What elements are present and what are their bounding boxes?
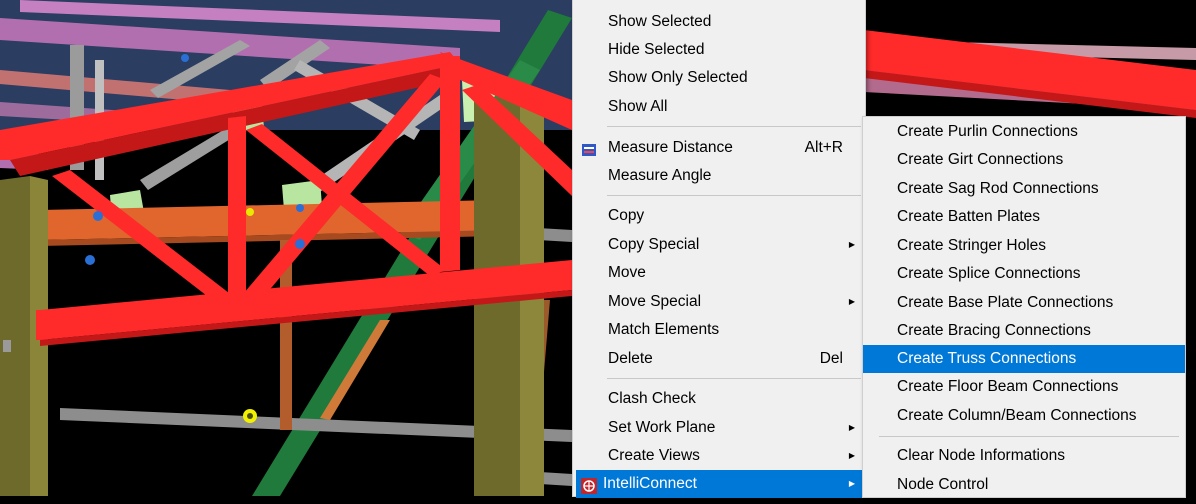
menu-item-label: Hide Selected <box>608 41 705 58</box>
menu-item-copy[interactable]: Copy <box>573 202 865 230</box>
menu-item-label: Create Base Plate Connections <box>897 294 1114 311</box>
submenu-item-create-stringer-holes[interactable]: Create Stringer Holes <box>863 232 1185 260</box>
menu-item-label: Match Elements <box>608 321 720 338</box>
submenu-arrow-icon: ▶ <box>848 451 855 460</box>
menu-item-label: Show All <box>608 98 668 115</box>
menu-item-label: Create Splice Connections <box>897 265 1081 282</box>
menu-item-label: Node Control <box>897 476 989 493</box>
menu-item-label: Create Floor Beam Connections <box>897 378 1119 395</box>
menu-item-copy-special[interactable]: Copy Special ▶ <box>573 231 865 259</box>
menu-item-label: IntelliConnect <box>603 475 697 492</box>
menu-item-shortcut: Alt+R <box>804 139 843 156</box>
submenu-item-create-girt-connections[interactable]: Create Girt Connections <box>863 146 1185 174</box>
menu-item-label: Clear Node Informations <box>897 447 1065 464</box>
menu-item-label: Delete <box>608 350 653 367</box>
menu-item-label: Create Stringer Holes <box>897 237 1047 254</box>
menu-item-label: Copy Special <box>608 236 700 253</box>
menu-item-label: Create Purlin Connections <box>897 123 1078 140</box>
menu-item-hide-selected[interactable]: Hide Selected <box>573 36 865 64</box>
menu-item-label: Copy <box>608 207 645 224</box>
menu-item-measure-angle[interactable]: Measure Angle <box>573 162 865 190</box>
context-menu: Show Selected Hide Selected Show Only Se… <box>572 0 866 498</box>
submenu-item-clear-node-informations[interactable]: Clear Node Informations <box>863 442 1185 470</box>
submenu-item-create-purlin-connections[interactable]: Create Purlin Connections <box>863 118 1185 146</box>
submenu-item-create-column-beam-connections[interactable]: Create Column/Beam Connections <box>863 402 1185 430</box>
menu-item-label: Create Truss Connections <box>897 350 1077 367</box>
menu-item-set-work-plane[interactable]: Set Work Plane ▶ <box>573 414 865 442</box>
menu-item-label: Create Sag Rod Connections <box>897 180 1099 197</box>
menu-item-show-selected[interactable]: Show Selected <box>573 8 865 36</box>
menu-item-label: Create Bracing Connections <box>897 322 1091 339</box>
menu-item-show-all[interactable]: Show All <box>573 93 865 121</box>
menu-item-match-elements[interactable]: Match Elements <box>573 316 865 344</box>
submenu-item-create-splice-connections[interactable]: Create Splice Connections <box>863 260 1185 288</box>
submenu-item-create-base-plate-connections[interactable]: Create Base Plate Connections <box>863 289 1185 317</box>
menu-item-label: Move Special <box>608 293 702 310</box>
intelliconnect-submenu: Create Purlin Connections Create Girt Co… <box>862 116 1186 498</box>
menu-item-label: Show Only Selected <box>608 69 748 86</box>
menu-item-move-special[interactable]: Move Special ▶ <box>573 288 865 316</box>
submenu-arrow-icon: ▶ <box>848 423 855 432</box>
menu-item-label: Create Girt Connections <box>897 151 1064 168</box>
menu-item-label: Measure Distance <box>608 139 733 156</box>
submenu-item-node-control[interactable]: Node Control <box>863 471 1185 499</box>
menu-item-create-views[interactable]: Create Views ▶ <box>573 442 865 470</box>
intelliconnect-icon <box>581 476 597 494</box>
menu-separator <box>607 126 861 127</box>
submenu-item-create-bracing-connections[interactable]: Create Bracing Connections <box>863 317 1185 345</box>
menu-item-label: Create Batten Plates <box>897 208 1041 225</box>
submenu-arrow-icon: ▶ <box>848 479 855 488</box>
menu-item-label: Set Work Plane <box>608 419 716 436</box>
submenu-item-create-truss-connections[interactable]: Create Truss Connections <box>863 345 1185 373</box>
submenu-item-create-batten-plates[interactable]: Create Batten Plates <box>863 203 1185 231</box>
menu-item-label: Clash Check <box>608 390 696 407</box>
menu-separator <box>607 378 861 379</box>
submenu-item-create-floor-beam-connections[interactable]: Create Floor Beam Connections <box>863 373 1185 401</box>
menu-separator <box>607 195 861 196</box>
menu-item-measure-distance[interactable]: Measure Distance Alt+R <box>573 134 865 162</box>
column-left <box>0 176 30 496</box>
menu-item-label: Measure Angle <box>608 167 712 184</box>
menu-item-label: Move <box>608 264 646 281</box>
menu-item-label: Create Views <box>608 447 700 464</box>
menu-item-shortcut: Del <box>819 350 843 367</box>
submenu-item-create-sag-rod-connections[interactable]: Create Sag Rod Connections <box>863 175 1185 203</box>
menu-item-label: Create Column/Beam Connections <box>897 407 1137 424</box>
submenu-arrow-icon: ▶ <box>848 240 855 249</box>
menu-item-label: Show Selected <box>608 13 712 30</box>
menu-item-show-only-selected[interactable]: Show Only Selected <box>573 64 865 92</box>
menu-item-delete[interactable]: Delete Del <box>573 345 865 373</box>
menu-separator <box>879 436 1179 437</box>
menu-item-move[interactable]: Move <box>573 259 865 287</box>
menu-item-clash-check[interactable]: Clash Check <box>573 385 865 413</box>
submenu-arrow-icon: ▶ <box>848 297 855 306</box>
menu-item-intelliconnect[interactable]: IntelliConnect ▶ <box>576 470 865 498</box>
measure-distance-icon <box>581 140 597 156</box>
